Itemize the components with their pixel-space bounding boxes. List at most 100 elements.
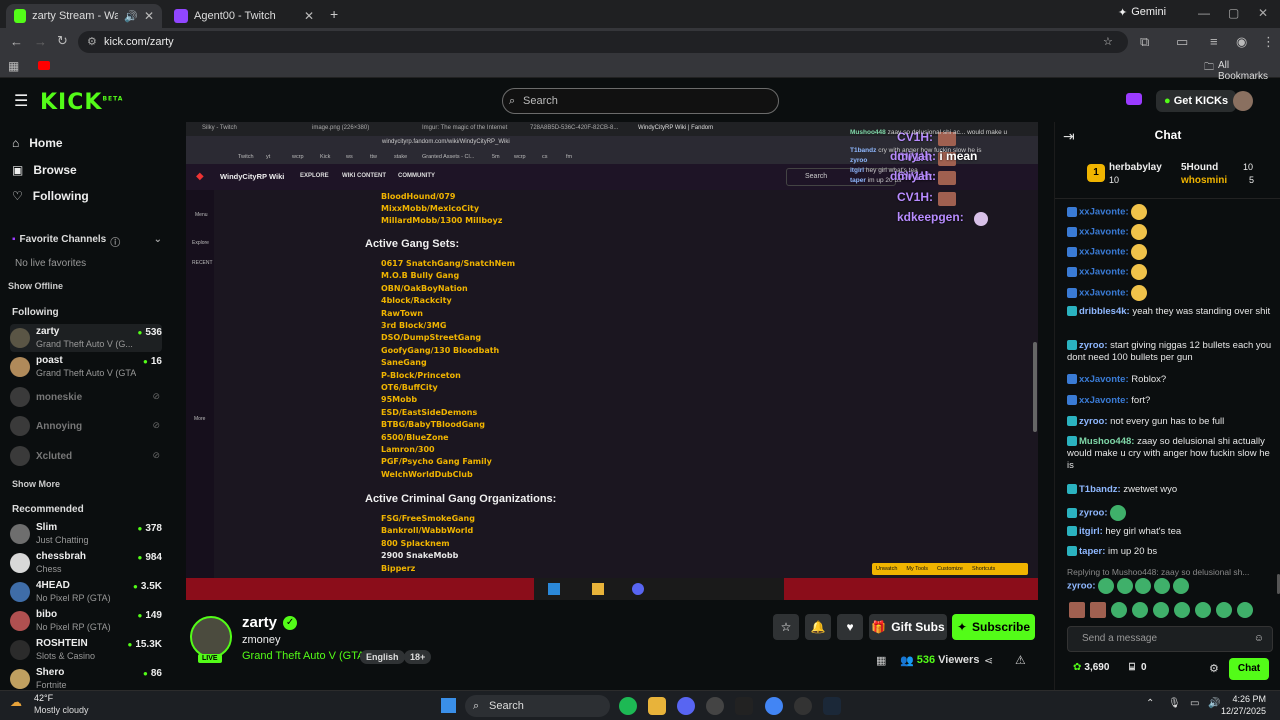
emote-icon[interactable] xyxy=(1195,602,1211,618)
subscribe-button[interactable]: ✦ Subscribe xyxy=(952,614,1035,640)
gift-subs-button[interactable]: 🎁 Gift Subs xyxy=(869,614,947,640)
emoji-picker-icon[interactable]: ☺ xyxy=(1254,627,1264,651)
recommended-channel[interactable]: Shero Fortnite 86 xyxy=(10,665,162,690)
mic-icon[interactable]: 🎙 xyxy=(1168,698,1181,709)
extensions-icon[interactable]: ⧉ xyxy=(1140,34,1149,50)
steam-icon[interactable] xyxy=(823,697,841,715)
gang-list-item[interactable]: OT6/BuffCity xyxy=(381,383,438,392)
chat-username[interactable]: xxJavonte: xyxy=(1079,288,1129,299)
network-icon[interactable]: ▭ xyxy=(1190,698,1199,709)
show-offline-link[interactable]: Show Offline xyxy=(8,281,63,291)
recommended-channel[interactable]: bibo No Pixel RP (GTA) 149 xyxy=(10,607,162,635)
following-channel-offline[interactable]: Annoying ⊘ xyxy=(10,412,162,440)
tag-18plus[interactable]: 18+ xyxy=(404,650,432,664)
gang-list-item[interactable]: BTBG/BabyTBloodGang xyxy=(381,420,485,429)
chat-username[interactable]: xxJavonte: xyxy=(1079,227,1129,238)
chat-username[interactable]: T1bandz: xyxy=(1079,484,1121,495)
following-channel-offline[interactable]: moneskie ⊘ xyxy=(10,383,162,411)
emote-icon[interactable] xyxy=(1174,602,1190,618)
emote-icon[interactable] xyxy=(1111,602,1127,618)
profile-icon[interactable]: ◉ xyxy=(1236,34,1247,50)
recommended-channel[interactable]: Slim Just Chatting 378 xyxy=(10,520,162,548)
maximize-icon[interactable]: ▢ xyxy=(1228,6,1239,20)
scrollbar-thumb[interactable] xyxy=(1033,342,1037,432)
share-icon[interactable]: ⋖ xyxy=(984,654,993,667)
clock-date[interactable]: 12/27/2025 xyxy=(1216,706,1266,716)
nav-home[interactable]: ⌂ Home xyxy=(12,136,63,150)
org-list-item[interactable]: FSG/FreeSmokeGang xyxy=(381,514,475,523)
all-bookmarks-button[interactable]: 🗀 All Bookmarks xyxy=(1204,60,1280,82)
emote-icon[interactable] xyxy=(1153,602,1169,618)
close-window-icon[interactable]: ✕ xyxy=(1258,6,1268,20)
audio-icon[interactable]: 🔊 xyxy=(124,10,138,23)
recommended-channel[interactable]: chessbrah Chess 984 xyxy=(10,549,162,577)
gang-list-item[interactable]: WelchWorldDubClub xyxy=(381,470,473,479)
show-more-link[interactable]: Show More xyxy=(12,479,60,489)
chat-username[interactable]: xxJavonte: xyxy=(1079,247,1129,258)
discord-icon[interactable] xyxy=(677,697,695,715)
wiki-tools-bar[interactable]: Unwatch My Tools Customize Shortcuts xyxy=(872,563,1028,575)
gang-list-item[interactable]: 95Mobb xyxy=(381,395,417,404)
minimize-icon[interactable]: — xyxy=(1198,6,1210,20)
emote-quickbar[interactable] xyxy=(1069,602,1275,618)
tab-agent00[interactable]: Agent00 - Twitch ✕ xyxy=(166,4,322,28)
org-list-item[interactable]: Bipperz xyxy=(381,564,415,573)
user-avatar[interactable] xyxy=(1233,91,1253,111)
follow-heart-button[interactable]: ♥ xyxy=(837,614,863,640)
emote-icon[interactable] xyxy=(1237,602,1253,618)
url-input[interactable]: ⚙ kick.com/zarty ☆ xyxy=(78,31,1128,53)
kick-logo[interactable]: KICKBETA xyxy=(40,90,123,115)
obs-icon[interactable] xyxy=(706,697,724,715)
video-player[interactable]: Silky - Twitch image.png (226×380) Imgur… xyxy=(186,122,1038,600)
org-list-item[interactable]: Bankroll/WabbWorld xyxy=(381,526,473,535)
following-channel-zarty[interactable]: zarty Grand Theft Auto V (G... 536 xyxy=(10,324,162,352)
gang-list-item[interactable]: 6500/BlueZone xyxy=(381,433,449,442)
streamer-avatar[interactable] xyxy=(190,616,232,658)
gang-list-item[interactable]: DSO/DumpStreetGang xyxy=(381,333,481,342)
notifications-button[interactable]: 🔔 xyxy=(805,614,831,640)
close-tab-icon[interactable]: ✕ xyxy=(304,9,314,23)
drops-icon[interactable] xyxy=(1126,93,1142,105)
emote-icon[interactable] xyxy=(1132,602,1148,618)
get-kicks-button[interactable]: ● Get KICKs xyxy=(1156,90,1237,112)
following-channel-offline[interactable]: Xcluted ⊘ xyxy=(10,442,162,470)
chat-username[interactable]: zyroo: xyxy=(1079,416,1108,427)
new-tab-button[interactable]: + xyxy=(330,6,338,22)
layout-grid-icon[interactable]: ▦ xyxy=(876,654,886,667)
gang-list-item[interactable]: RawTown xyxy=(381,309,423,318)
gang-list-item[interactable]: 0617 SnatchGang/SnatchNem xyxy=(381,259,515,268)
chat-username[interactable]: zyroo: xyxy=(1079,508,1108,519)
windows-start-icon[interactable] xyxy=(441,698,456,713)
chat-username[interactable]: xxJavonte: xyxy=(1079,395,1129,406)
gang-list-item[interactable]: OBN/OakBoyNation xyxy=(381,284,468,293)
menu-lines-icon[interactable]: ≡ xyxy=(1210,34,1218,49)
favorite-channels-header[interactable]: ▪ Favorite Channels ⓘ ⌄ xyxy=(12,234,162,249)
apps-grid-icon[interactable]: ▦ xyxy=(8,59,19,73)
chevron-down-icon[interactable]: ⌄ xyxy=(154,234,162,249)
favorite-star-button[interactable]: ☆ xyxy=(773,614,799,640)
reload-icon[interactable]: ↻ xyxy=(57,33,68,49)
chat-username[interactable]: xxJavonte: xyxy=(1079,267,1129,278)
channel-points[interactable]: ✿ 3,690 xyxy=(1073,662,1109,673)
chat-username[interactable]: xxJavonte: xyxy=(1079,207,1129,218)
org-list-item[interactable]: 800 Splacknem xyxy=(381,539,450,548)
more-vert-icon[interactable]: ⋮ xyxy=(1262,34,1275,50)
tag-english[interactable]: English xyxy=(360,650,405,664)
chat-username[interactable]: Mushoo448: xyxy=(1079,436,1134,447)
chat-username[interactable]: zyroo: xyxy=(1079,340,1108,351)
back-icon[interactable]: ← xyxy=(10,34,23,49)
file-explorer-icon[interactable] xyxy=(648,697,666,715)
gang-list-item[interactable]: M.O.B Bully Gang xyxy=(381,271,459,280)
gang-list-item[interactable]: Lamron/300 xyxy=(381,445,435,454)
site-info-icon[interactable]: ⚙ xyxy=(87,31,97,53)
youtube-bookmark-icon[interactable] xyxy=(38,61,50,70)
gang-list-item[interactable]: 4block/Rackcity xyxy=(381,296,452,305)
chevron-up-icon[interactable]: ⌃ xyxy=(1146,698,1154,709)
gang-list-item[interactable]: PGF/Psycho Gang Family xyxy=(381,457,492,466)
bookmark-star-icon[interactable]: ☆ xyxy=(1103,31,1113,53)
search-input[interactable]: ⌕ Search xyxy=(502,88,779,114)
gang-list-item[interactable]: ESD/EastSideDemons xyxy=(381,408,477,417)
chat-username[interactable]: xxJavonte: xyxy=(1079,374,1129,385)
chat-username[interactable]: taper: xyxy=(1079,546,1105,557)
gift-counter[interactable]: ⌸ 0 xyxy=(1129,662,1147,673)
